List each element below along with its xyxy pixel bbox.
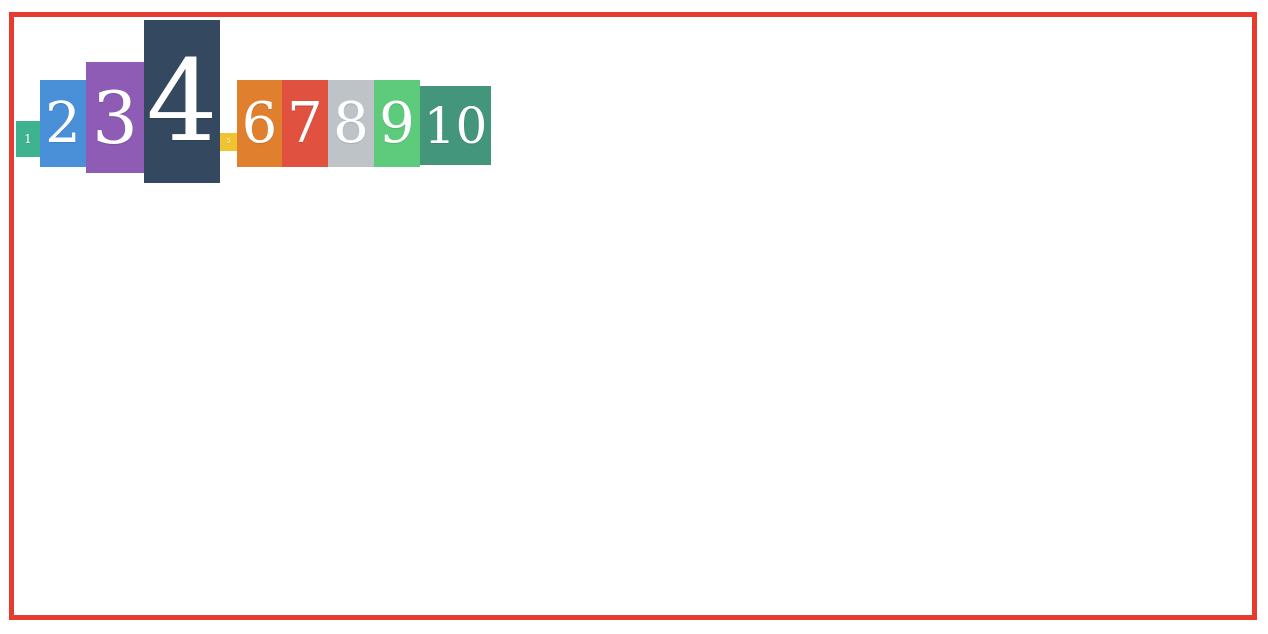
- tile-3-label: 3: [92, 75, 138, 160]
- tile-9-label: 9: [379, 90, 415, 156]
- tile-5-label: 5: [226, 138, 231, 145]
- tile-4[interactable]: 4: [144, 20, 220, 183]
- tile-7-label: 7: [287, 90, 323, 156]
- tile-7[interactable]: 7: [282, 80, 328, 167]
- tile-8[interactable]: 8: [328, 80, 374, 167]
- tile-2[interactable]: 2: [40, 80, 86, 167]
- tile-10-label: 10: [423, 96, 488, 155]
- tile-9[interactable]: 9: [374, 80, 420, 167]
- tile-10[interactable]: 10: [420, 86, 491, 165]
- tile-1-label: 1: [24, 132, 32, 146]
- tile-1[interactable]: 1: [16, 121, 40, 157]
- tile-8-label: 8: [333, 90, 369, 156]
- tile-canvas-frame: 1 2 3 4 5 6 7 8 9 10: [9, 12, 1257, 620]
- tile-4-label: 4: [146, 36, 218, 167]
- tile-6-label: 6: [241, 90, 278, 156]
- tile-6[interactable]: 6: [237, 80, 282, 167]
- tile-3[interactable]: 3: [86, 62, 144, 173]
- tile-5[interactable]: 5: [220, 133, 237, 151]
- tile-strip: 1 2 3 4 5 6 7 8 9 10: [14, 17, 1252, 615]
- tile-2-label: 2: [45, 90, 81, 156]
